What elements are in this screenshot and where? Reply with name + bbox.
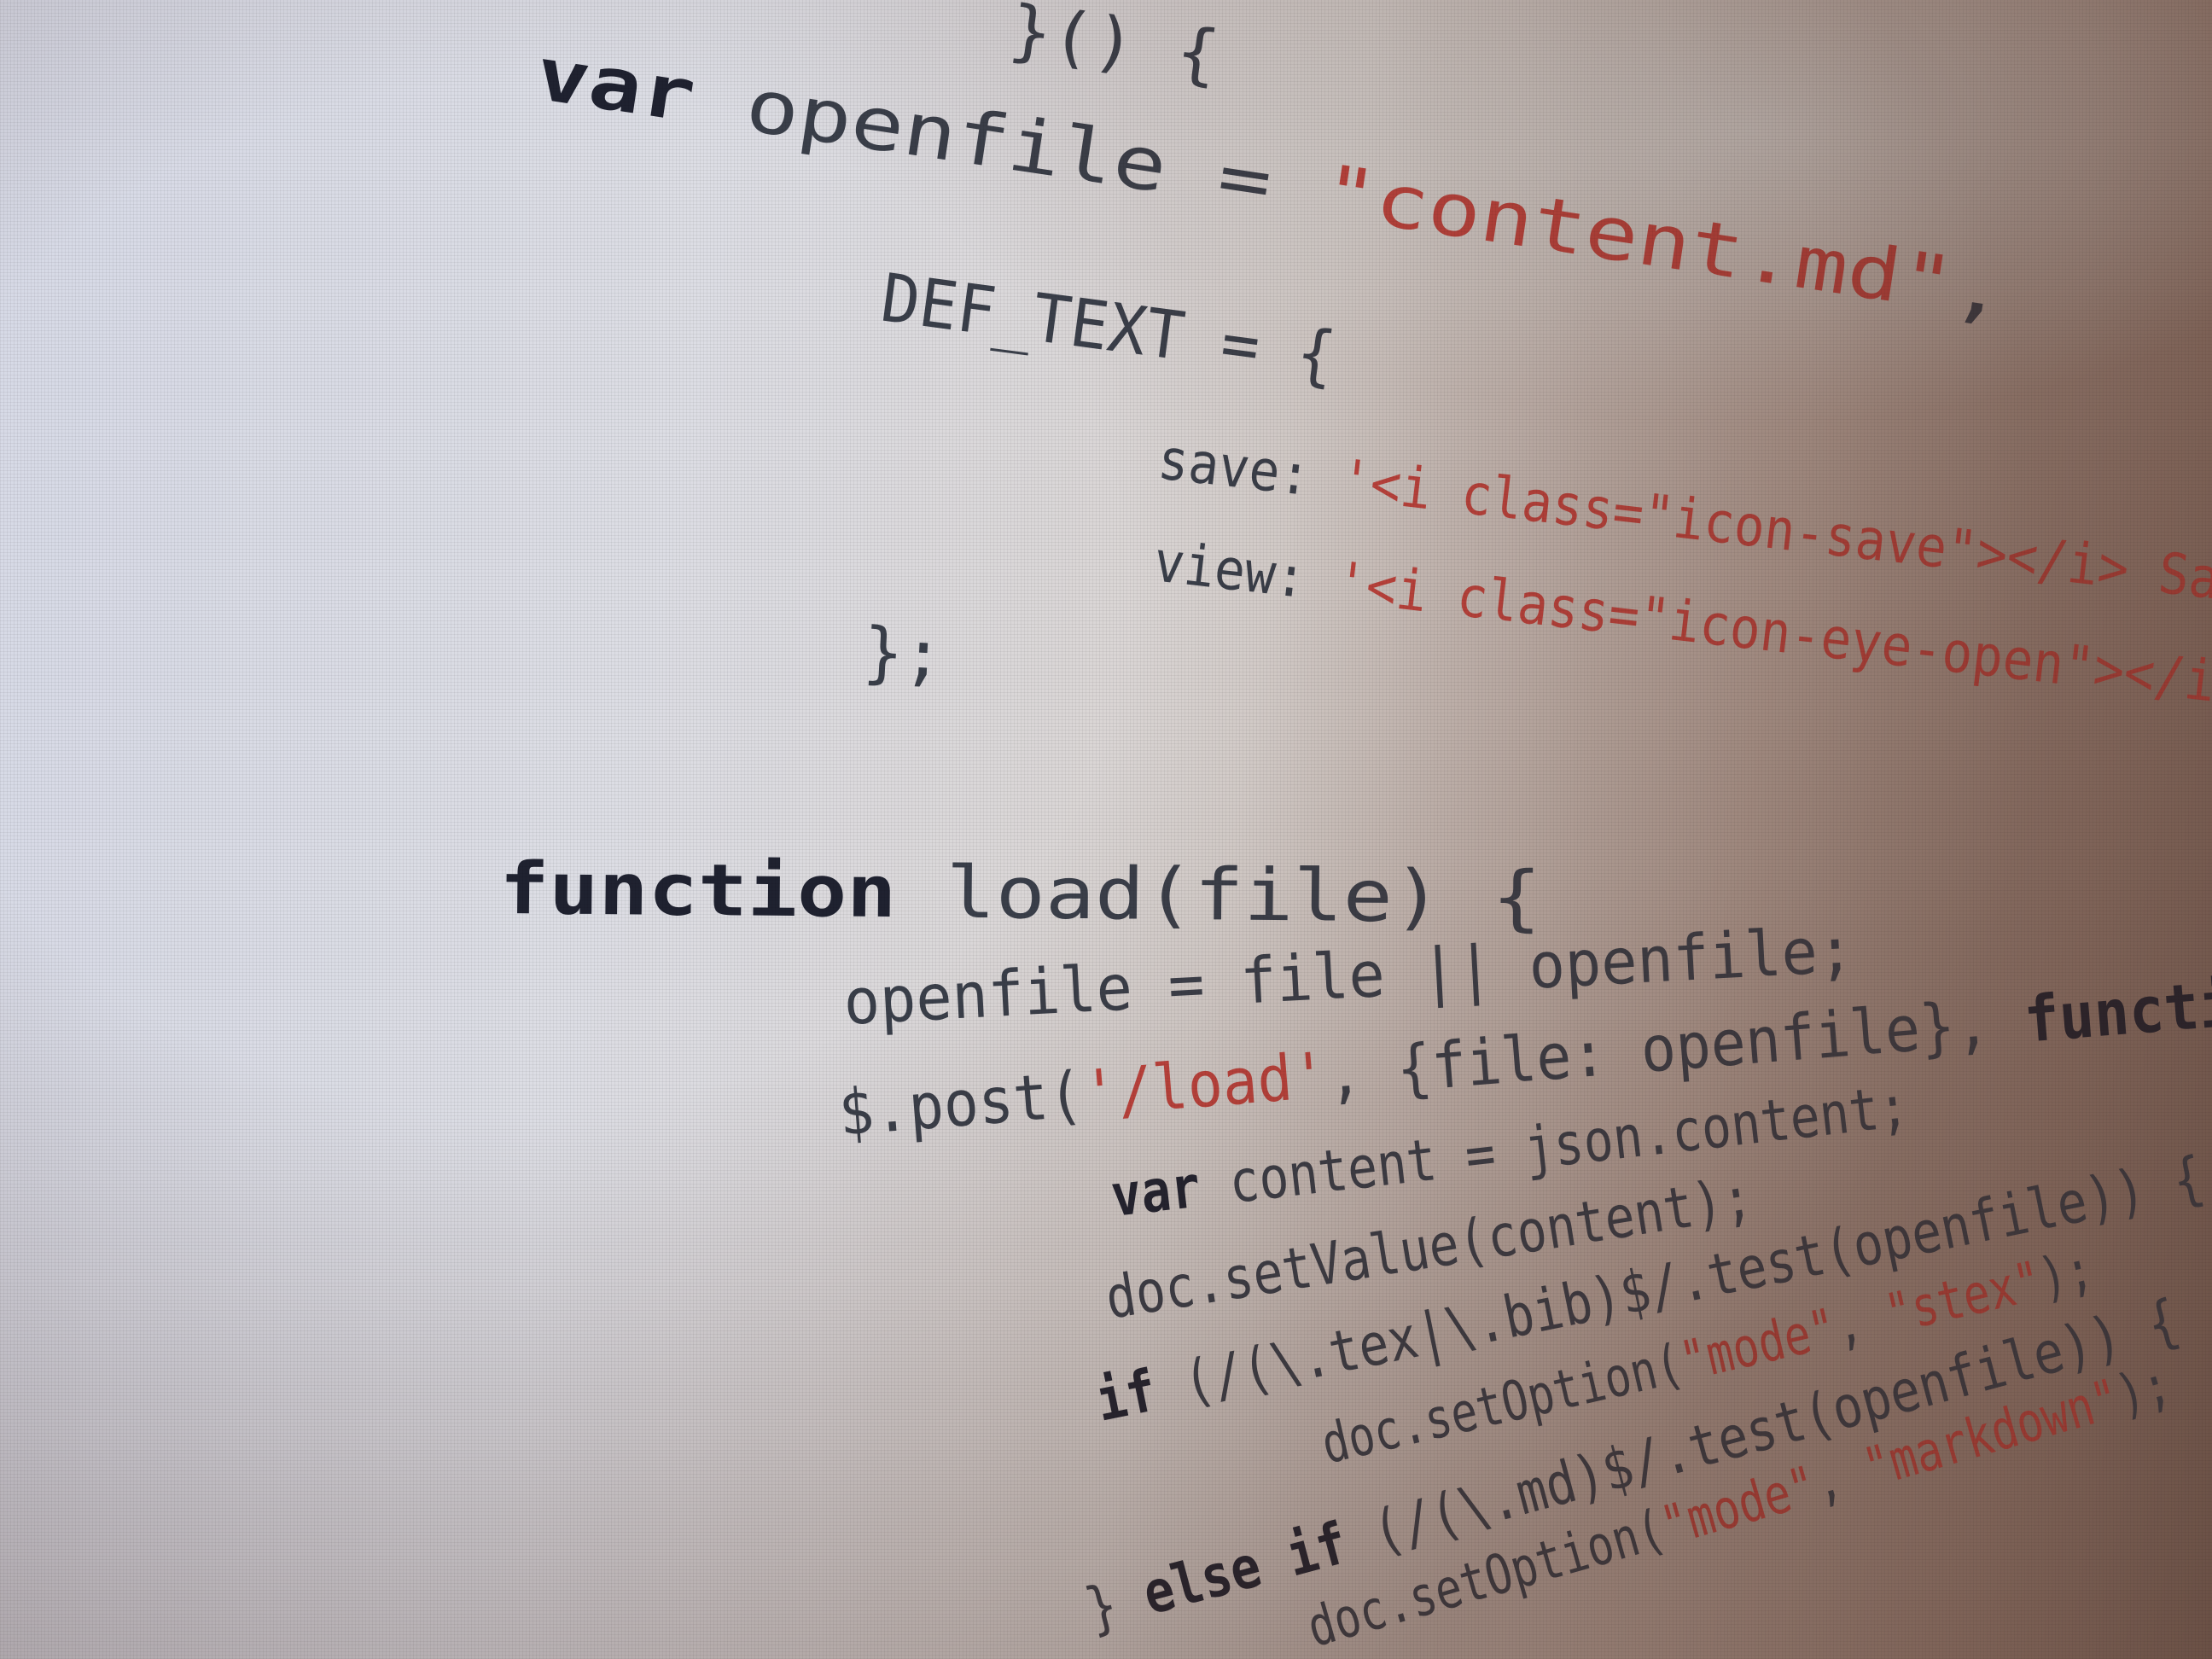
code-string: '/load'	[1080, 1039, 1330, 1132]
code-token: view:	[1150, 528, 1340, 614]
code-token: openfile =	[688, 55, 1330, 234]
code-keyword: var	[1108, 1152, 1204, 1230]
code-text: DEF_TEXT = {	[877, 259, 1341, 395]
code-line: }() {	[1005, 0, 1224, 95]
photo-of-monitor: }() { var openfile = "content.md", DEF_T…	[0, 0, 2212, 1659]
code-line: DEF_TEXT = {	[877, 259, 1341, 395]
code-text: var openfile = "content.md",	[531, 32, 2011, 335]
code-token: save:	[1155, 426, 1344, 512]
code-line: var openfile = "content.md",	[531, 32, 2011, 335]
code-line: };	[861, 614, 946, 695]
code-string: "content.md"	[1318, 149, 1959, 328]
code-token: DEF_TEXT = {	[877, 259, 1341, 395]
code-token: }() {	[1005, 0, 1224, 95]
code-line: function load(file) {	[499, 847, 1542, 940]
code-keyword: function	[499, 847, 897, 934]
code-keyword: function	[2022, 961, 2212, 1057]
code-token: ,	[1947, 243, 2011, 335]
code-text: }() {	[1005, 0, 1224, 95]
code-listing: }() { var openfile = "content.md", DEF_T…	[499, 0, 2212, 1659]
code-keyword: var	[531, 32, 701, 139]
code-token: };	[861, 614, 946, 695]
code-text: };	[861, 614, 946, 695]
code-text: function load(file) {	[499, 847, 1542, 940]
code-token: load(file) {	[896, 851, 1542, 940]
code-token: $.post(	[836, 1057, 1086, 1150]
